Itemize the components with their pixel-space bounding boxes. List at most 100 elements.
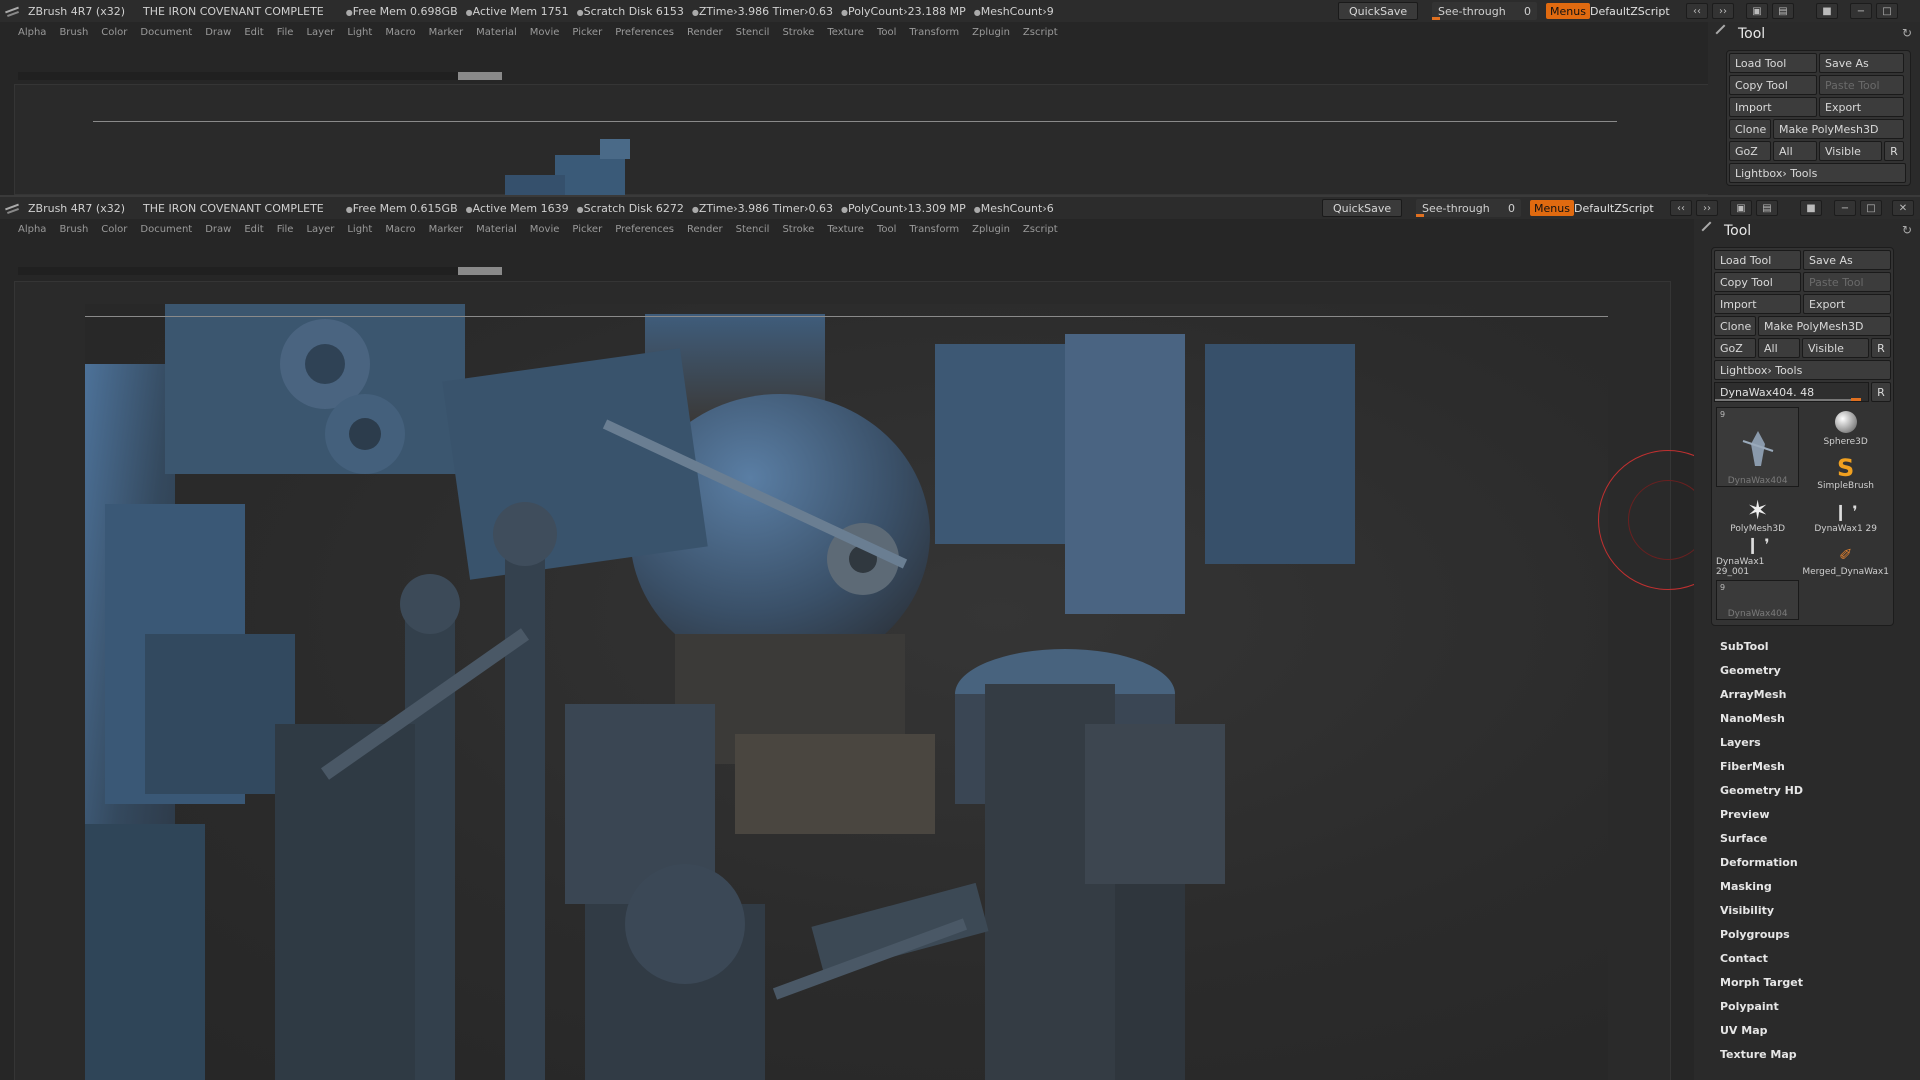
all-button[interactable]: All: [1758, 338, 1800, 358]
tool-thumb-sphere3d[interactable]: Sphere3D: [1802, 407, 1889, 447]
lock-icon[interactable]: ■: [1800, 200, 1822, 216]
tool-thumb-merged-dynawax1[interactable]: ✐ Merged_DynaWax1: [1802, 537, 1889, 577]
section-surface[interactable]: Surface: [1720, 826, 1920, 850]
menu-item[interactable]: Transform: [909, 27, 959, 38]
clone-button[interactable]: Clone: [1714, 316, 1756, 336]
restore-icon[interactable]: □: [1876, 3, 1898, 19]
seethrough-slider[interactable]: See-through 0: [1432, 2, 1537, 20]
menu-item[interactable]: Texture: [827, 224, 864, 235]
menu-item[interactable]: Brush: [59, 224, 88, 235]
timeline-knob[interactable]: [458, 72, 502, 80]
menu-item[interactable]: Tool: [877, 224, 896, 235]
menu-item[interactable]: Render: [687, 27, 723, 38]
all-button[interactable]: All: [1773, 141, 1817, 161]
close-icon[interactable]: ✕: [1892, 200, 1914, 216]
layout-icon[interactable]: ▣: [1730, 200, 1752, 216]
section-texture-map[interactable]: Texture Map: [1720, 1042, 1920, 1066]
make-polymesh-button[interactable]: Make PolyMesh3D: [1758, 316, 1891, 336]
layout-alt-icon[interactable]: ▤: [1772, 3, 1794, 19]
r-button[interactable]: R: [1871, 338, 1891, 358]
paste-tool-button[interactable]: Paste Tool: [1819, 75, 1904, 95]
menu-item[interactable]: Alpha: [18, 224, 46, 235]
menu-item[interactable]: Material: [476, 27, 517, 38]
section-deformation[interactable]: Deformation: [1720, 850, 1920, 874]
menu-item[interactable]: File: [277, 27, 294, 38]
export-button[interactable]: Export: [1819, 97, 1904, 117]
default-zscript[interactable]: DefaultZScript: [1574, 199, 1654, 217]
minimize-icon[interactable]: −: [1850, 3, 1872, 19]
section-morph-target[interactable]: Morph Target: [1720, 970, 1920, 994]
back-timeline-slider[interactable]: [18, 72, 502, 80]
section-contact[interactable]: Contact: [1720, 946, 1920, 970]
goz-button[interactable]: GoZ: [1729, 141, 1771, 161]
menu-item[interactable]: Movie: [530, 224, 560, 235]
menu-item[interactable]: Macro: [385, 224, 415, 235]
menu-item[interactable]: Alpha: [18, 27, 46, 38]
section-masking[interactable]: Masking: [1720, 874, 1920, 898]
section-visibility[interactable]: Visibility: [1720, 898, 1920, 922]
timeline-knob[interactable]: [458, 267, 502, 275]
tool-thumb-dynawax129-001[interactable]: ❙ ❜ DynaWax1 29_001: [1716, 535, 1799, 577]
section-geometry[interactable]: Geometry: [1720, 658, 1920, 682]
menu-item[interactable]: Zplugin: [972, 27, 1010, 38]
quicksave-button[interactable]: QuickSave: [1338, 2, 1419, 20]
lightbox-tools-button[interactable]: Lightbox› Tools: [1729, 163, 1906, 183]
menu-item[interactable]: Color: [101, 224, 127, 235]
menu-item[interactable]: Marker: [429, 224, 464, 235]
menu-item[interactable]: Brush: [59, 27, 88, 38]
menus-toggle[interactable]: Menus: [1530, 200, 1574, 216]
menu-item[interactable]: Render: [687, 224, 723, 235]
menu-item[interactable]: Marker: [429, 27, 464, 38]
menu-item[interactable]: Draw: [205, 224, 231, 235]
menu-item[interactable]: Picker: [572, 27, 602, 38]
tool-thumb-dynawax404[interactable]: 9 DynaWax404: [1716, 407, 1800, 487]
menu-item[interactable]: Preferences: [615, 224, 674, 235]
menu-item[interactable]: Zplugin: [972, 224, 1010, 235]
front-timeline-slider[interactable]: [18, 267, 502, 275]
scroll-right-icon[interactable]: ››: [1712, 3, 1734, 19]
layout-icon[interactable]: ▣: [1746, 3, 1768, 19]
import-button[interactable]: Import: [1729, 97, 1817, 117]
paste-tool-button[interactable]: Paste Tool: [1803, 272, 1891, 292]
scroll-left-icon[interactable]: ‹‹: [1686, 3, 1708, 19]
menu-item[interactable]: Edit: [244, 224, 263, 235]
section-subtool[interactable]: SubTool: [1720, 634, 1920, 658]
default-zscript[interactable]: DefaultZScript: [1590, 2, 1670, 20]
menu-item[interactable]: Layer: [306, 224, 334, 235]
section-nanomesh[interactable]: NanoMesh: [1720, 706, 1920, 730]
make-polymesh-button[interactable]: Make PolyMesh3D: [1773, 119, 1904, 139]
scroll-left-icon[interactable]: ‹‹: [1670, 200, 1692, 216]
menu-item[interactable]: Stencil: [736, 224, 770, 235]
scroll-right-icon[interactable]: ››: [1696, 200, 1718, 216]
menu-item[interactable]: Transform: [909, 224, 959, 235]
section-preview[interactable]: Preview: [1720, 802, 1920, 826]
menu-item[interactable]: Layer: [306, 27, 334, 38]
refresh-icon[interactable]: ↻: [1902, 223, 1912, 237]
menu-item[interactable]: Zscript: [1023, 27, 1058, 38]
copy-tool-button[interactable]: Copy Tool: [1729, 75, 1817, 95]
tool-thumb-simplebrush[interactable]: S SimpleBrush: [1802, 451, 1889, 491]
menu-item[interactable]: Light: [347, 224, 372, 235]
menu-item[interactable]: Stroke: [782, 224, 814, 235]
section-fibermesh[interactable]: FiberMesh: [1720, 754, 1920, 778]
back-canvas[interactable]: [14, 84, 1722, 195]
menu-item[interactable]: Document: [140, 224, 192, 235]
menu-item[interactable]: Movie: [530, 27, 560, 38]
goz-button[interactable]: GoZ: [1714, 338, 1756, 358]
export-button[interactable]: Export: [1803, 294, 1891, 314]
seethrough-slider[interactable]: See-through 0: [1416, 199, 1521, 217]
3d-viewport[interactable]: [85, 304, 1608, 1080]
layout-alt-icon[interactable]: ▤: [1756, 200, 1778, 216]
section-layers[interactable]: Layers: [1720, 730, 1920, 754]
copy-tool-button[interactable]: Copy Tool: [1714, 272, 1801, 292]
current-tool-r-button[interactable]: R: [1871, 382, 1891, 402]
pin-icon[interactable]: [1715, 24, 1733, 42]
menu-item[interactable]: Stencil: [736, 27, 770, 38]
menus-toggle[interactable]: Menus: [1546, 3, 1590, 19]
tool-thumb-dynawax129[interactable]: ❙ ❜ DynaWax1 29: [1802, 494, 1889, 534]
tool-thumb-dynawax404-2[interactable]: 9 DynaWax404: [1716, 580, 1800, 620]
lock-icon[interactable]: ■: [1816, 3, 1838, 19]
menu-item[interactable]: Material: [476, 224, 517, 235]
menu-item[interactable]: Tool: [877, 27, 896, 38]
menu-item[interactable]: File: [277, 224, 294, 235]
